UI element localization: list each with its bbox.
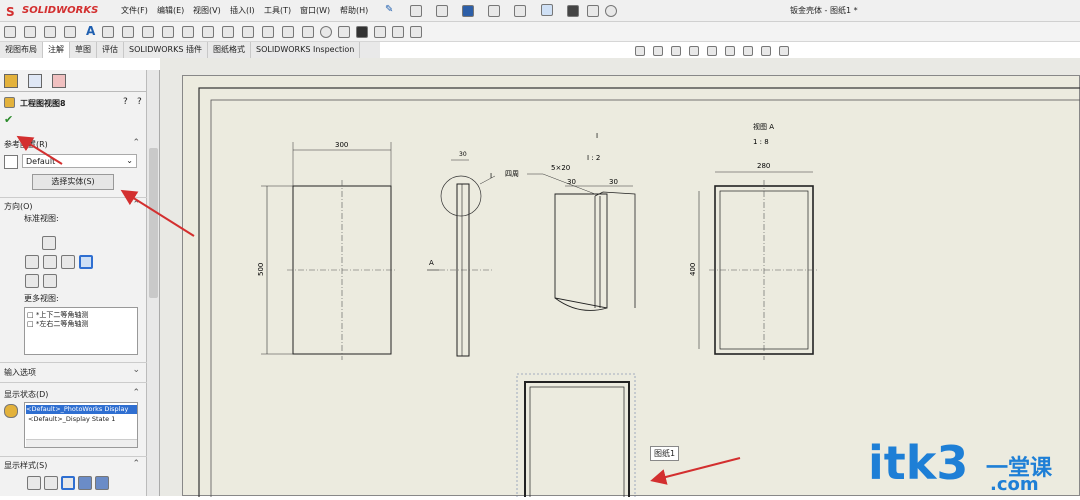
watermark-tld: .com [990,474,1039,495]
arrow-to-drawing-view [650,457,741,485]
annotation-arrows [16,135,741,485]
arrow-to-select-button [120,189,195,237]
arrow-to-ok-icon [16,135,63,165]
watermark-text: itk3 [868,436,969,490]
